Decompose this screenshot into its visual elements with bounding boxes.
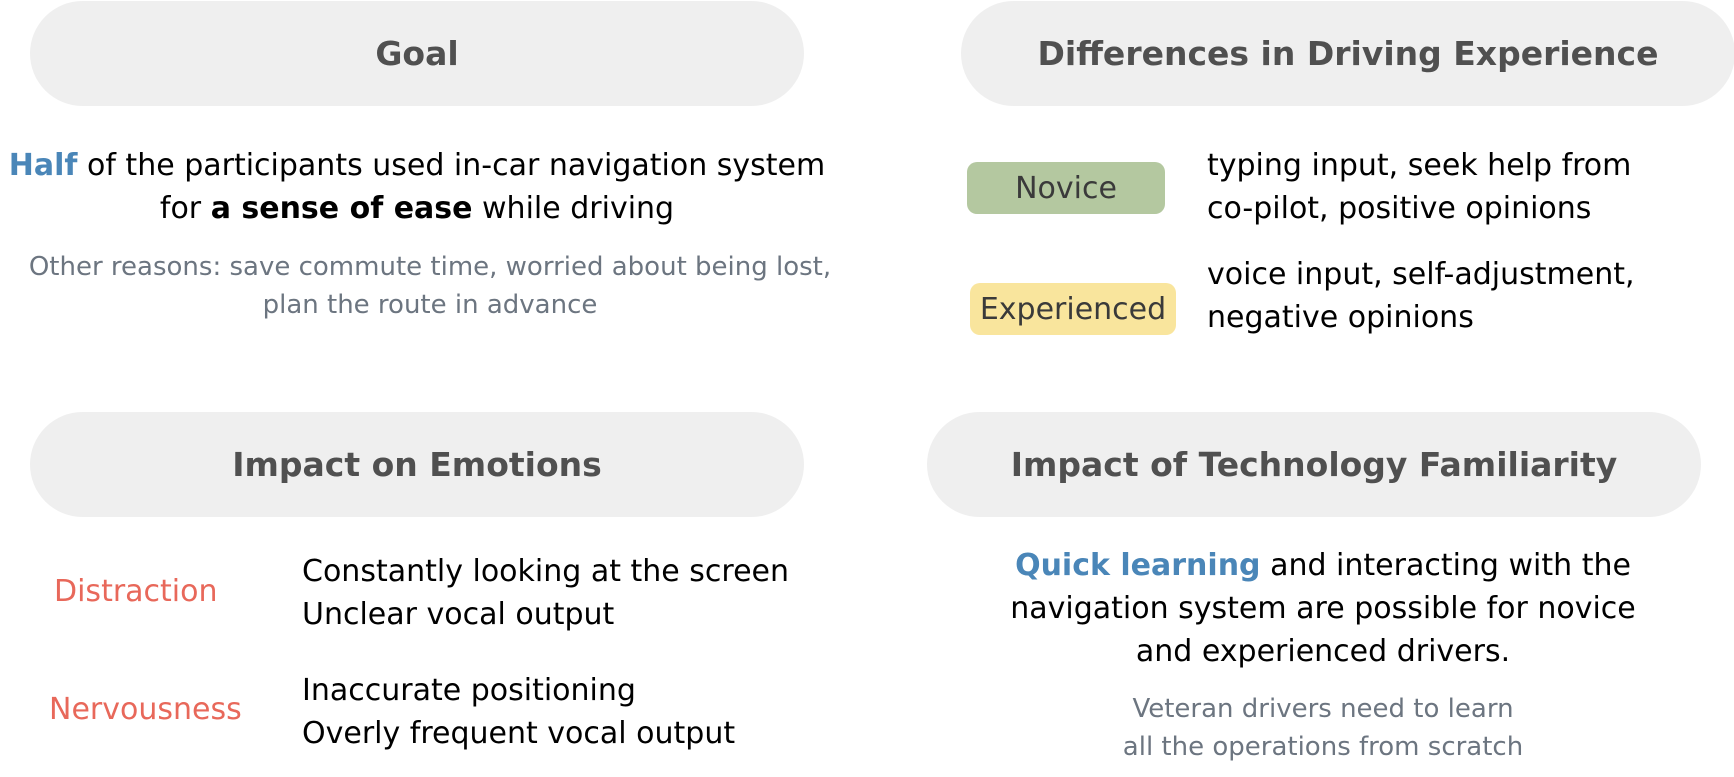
technology-statement: Quick learning and interacting with the … — [954, 544, 1692, 673]
technology-title: Impact of Technology Familiarity — [1010, 445, 1618, 484]
experience-title: Differences in Driving Experience — [1037, 34, 1659, 73]
experienced-line-2: negative opinions — [1207, 300, 1474, 335]
novice-line-1: typing input, seek help from — [1207, 148, 1632, 183]
emotions-header: Impact on Emotions — [30, 412, 804, 517]
novice-label: Novice — [1015, 170, 1117, 206]
nervousness-description: Inaccurate positioning Overly frequent v… — [302, 669, 735, 755]
experienced-description: voice input, self-adjustment, negative o… — [1207, 253, 1635, 339]
experience-header: Differences in Driving Experience — [961, 1, 1734, 106]
experienced-line-1: voice input, self-adjustment, — [1207, 257, 1635, 292]
technology-highlight: Quick learning — [1015, 548, 1261, 583]
technology-line-2: navigation system are possible for novic… — [1010, 591, 1636, 626]
distraction-description: Constantly looking at the screen Unclear… — [302, 550, 789, 636]
distraction-line-1: Constantly looking at the screen — [302, 554, 790, 589]
goal-other-line-1: Other reasons: save commute time, worrie… — [28, 252, 832, 282]
goal-header: Goal — [30, 1, 804, 106]
technology-line-3: and experienced drivers. — [1135, 634, 1511, 669]
goal-other-line-2: plan the route in advance — [262, 290, 598, 320]
technology-sub-line-1: Veteran drivers need to learn — [1132, 694, 1514, 724]
goal-other-reasons: Other reasons: save commute time, worrie… — [0, 248, 860, 324]
nervousness-label: Nervousness — [49, 692, 242, 727]
novice-description: typing input, seek help from co-pilot, p… — [1207, 144, 1631, 230]
novice-line-2: co-pilot, positive opinions — [1207, 191, 1592, 226]
goal-bold: a sense of ease — [210, 191, 473, 226]
nervousness-line-1: Inaccurate positioning — [302, 673, 636, 708]
technology-line-1-rest: and interacting with the — [1260, 548, 1631, 583]
goal-line-2-post: while driving — [472, 191, 675, 226]
goal-line-2: for a sense of ease while driving — [0, 187, 834, 230]
distraction-line-2: Unclear vocal output — [302, 597, 615, 632]
novice-tag: Novice — [967, 162, 1165, 214]
goal-line-2-pre: for — [159, 191, 211, 226]
emotions-title: Impact on Emotions — [232, 445, 602, 484]
goal-line-1-rest: of the participants used in-car navigati… — [77, 148, 826, 183]
technology-subnote: Veteran drivers need to learn all the op… — [1023, 690, 1623, 766]
experienced-label: Experienced — [979, 291, 1167, 327]
goal-title: Goal — [375, 34, 459, 73]
nervousness-line-2: Overly frequent vocal output — [302, 716, 736, 751]
technology-line-1: Quick learning and interacting with the — [954, 544, 1692, 587]
goal-line-1: Half of the participants used in-car nav… — [0, 144, 834, 187]
technology-header: Impact of Technology Familiarity — [927, 412, 1701, 517]
technology-sub-line-2: all the operations from scratch — [1122, 732, 1524, 762]
experienced-tag: Experienced — [970, 283, 1176, 335]
distraction-label: Distraction — [54, 574, 218, 609]
goal-statement: Half of the participants used in-car nav… — [0, 144, 834, 230]
goal-highlight: Half — [8, 148, 78, 183]
